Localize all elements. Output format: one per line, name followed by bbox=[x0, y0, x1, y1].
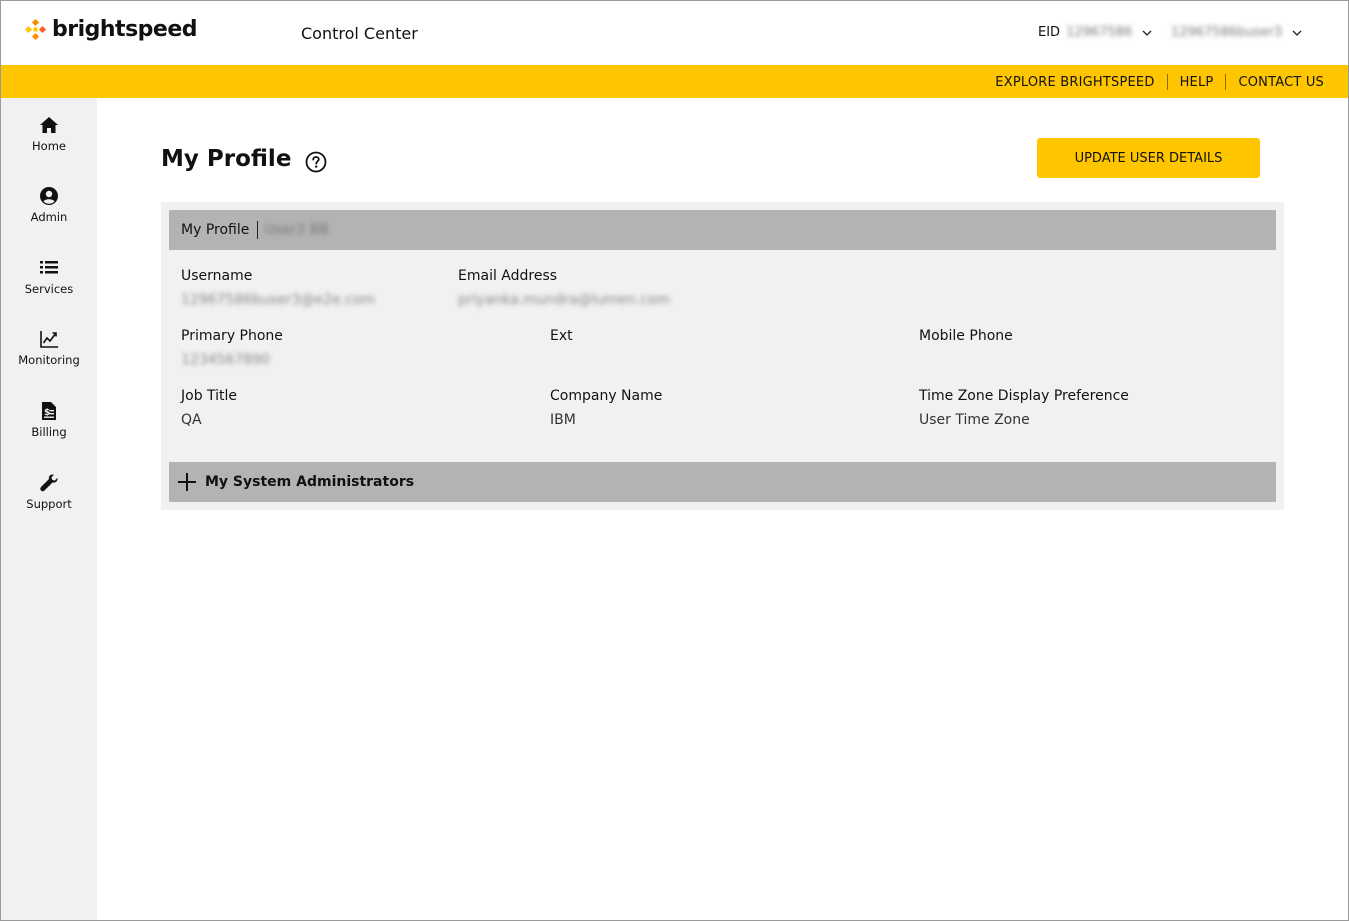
profile-panel: My Profile User3 BB Username 12967586bus… bbox=[161, 202, 1284, 510]
time-zone-value: User Time Zone bbox=[919, 412, 1030, 428]
sidebar-item-label: Support bbox=[26, 497, 72, 511]
page-title: My Profile bbox=[161, 146, 292, 172]
user-menu[interactable]: 12967586buser3 bbox=[1171, 25, 1302, 40]
chevron-down-icon bbox=[1142, 30, 1152, 36]
sidebar-item-label: Monitoring bbox=[18, 353, 80, 367]
sidebar: Home Admin Services Monitoring $ Billing… bbox=[1, 98, 97, 920]
brightspeed-logo-icon bbox=[25, 18, 47, 40]
app-title: Control Center bbox=[301, 24, 418, 43]
sidebar-item-home[interactable]: Home bbox=[1, 115, 97, 153]
contact-us-link[interactable]: CONTACT US bbox=[1238, 75, 1324, 90]
sidebar-item-services[interactable]: Services bbox=[1, 258, 97, 296]
admins-section-label: My System Administrators bbox=[205, 474, 415, 490]
help-link[interactable]: HELP bbox=[1180, 75, 1214, 90]
profile-panel-title: My Profile bbox=[181, 222, 250, 238]
username-value: 12967586buser3@e2e.com bbox=[181, 292, 376, 308]
brand-name: brightspeed bbox=[52, 17, 198, 42]
profile-panel-header: My Profile User3 BB bbox=[169, 210, 1276, 250]
link-divider bbox=[1225, 74, 1227, 90]
email-value: priyanka.mundra@lumen.com bbox=[458, 292, 671, 308]
header-divider bbox=[257, 221, 259, 239]
sidebar-item-label: Home bbox=[32, 139, 66, 153]
home-icon bbox=[40, 117, 58, 133]
ext-label: Ext bbox=[550, 328, 573, 344]
chart-line-icon bbox=[40, 331, 58, 348]
sidebar-item-admin[interactable]: Admin bbox=[1, 186, 97, 224]
primary-phone-label: Primary Phone bbox=[181, 328, 283, 344]
top-header: brightspeed Control Center EID 12967586 … bbox=[1, 1, 1348, 65]
username-label: Username bbox=[181, 268, 253, 284]
update-user-details-button[interactable]: UPDATE USER DETAILS bbox=[1037, 138, 1260, 178]
time-zone-label: Time Zone Display Preference bbox=[919, 388, 1129, 404]
eid-selector[interactable]: EID 12967586 bbox=[1038, 25, 1152, 40]
eid-value: 12967586 bbox=[1066, 25, 1133, 40]
chevron-down-icon bbox=[1292, 30, 1302, 36]
user-name: 12967586buser3 bbox=[1171, 25, 1283, 40]
user-circle-icon bbox=[40, 187, 58, 205]
invoice-icon: $ bbox=[42, 402, 56, 420]
explore-brightspeed-link[interactable]: EXPLORE BRIGHTSPEED bbox=[995, 75, 1154, 90]
sidebar-item-label: Admin bbox=[30, 210, 68, 224]
sidebar-item-billing[interactable]: $ Billing bbox=[1, 401, 97, 439]
wrench-icon bbox=[40, 474, 58, 492]
primary-phone-value: 1234567890 bbox=[181, 352, 271, 368]
link-divider bbox=[1166, 74, 1168, 90]
job-title-label: Job Title bbox=[181, 388, 238, 404]
my-system-administrators-toggle[interactable]: My System Administrators bbox=[169, 462, 1276, 502]
brightspeed-logo[interactable]: brightspeed bbox=[25, 17, 198, 42]
sidebar-item-support[interactable]: Support bbox=[1, 473, 97, 511]
mobile-phone-label: Mobile Phone bbox=[919, 328, 1013, 344]
list-icon bbox=[40, 261, 58, 274]
plus-icon bbox=[178, 473, 196, 491]
company-name-value: IBM bbox=[550, 412, 576, 428]
email-label: Email Address bbox=[458, 268, 558, 284]
eid-label: EID bbox=[1038, 25, 1061, 40]
sidebar-item-monitoring[interactable]: Monitoring bbox=[1, 329, 97, 367]
user-display-name: User3 BB bbox=[264, 222, 329, 238]
sidebar-item-label: Services bbox=[24, 282, 74, 296]
utility-bar: EXPLORE BRIGHTSPEED HELP CONTACT US bbox=[1, 65, 1348, 98]
job-title-value: QA bbox=[181, 412, 202, 428]
company-name-label: Company Name bbox=[550, 388, 663, 404]
sidebar-item-label: Billing bbox=[31, 425, 67, 439]
help-question-icon[interactable] bbox=[305, 151, 327, 173]
